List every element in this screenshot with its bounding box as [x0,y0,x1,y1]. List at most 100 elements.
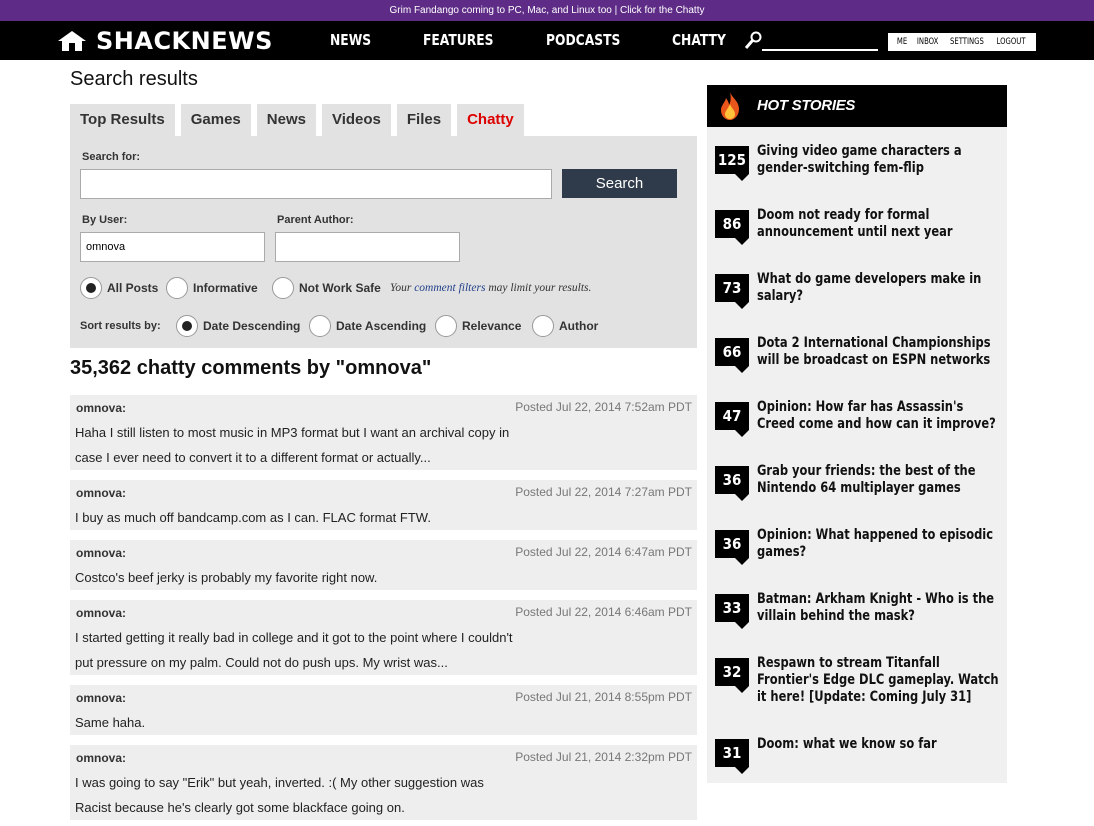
nav-podcasts[interactable]: PODCASTS [546,21,622,60]
filter-all-posts[interactable]: All Posts [80,277,158,299]
comment-count-badge: 32 [715,658,749,693]
by-user-input[interactable] [80,232,265,262]
by-user-label: By User: [82,214,128,226]
radio-icon [532,315,554,337]
banner-text[interactable]: Grim Fandango coming to PC, Mac, and Lin… [390,5,612,16]
results-heading: 35,362 chatty comments by "omnova" [70,357,432,379]
top-nav: SHACKNEWS NEWS FEATURES PODCASTS CHATTY … [0,21,1094,60]
sort-date-ascending[interactable]: Date Ascending [309,315,426,337]
page-title: Search results [70,68,198,90]
result-author[interactable]: omnova: [76,486,126,500]
search-button[interactable]: Search [562,169,677,198]
comment-count-badge: 125 [715,146,749,181]
site-logo[interactable]: SHACKNEWS [56,26,273,56]
search-panel: Search for: Search By User: Parent Autho… [70,136,697,348]
menu-me[interactable]: ME [897,37,907,47]
tab-top-results[interactable]: Top Results [70,104,175,136]
hot-story-title[interactable]: Dota 2 International Championships will … [757,335,1003,369]
note-before: Your [390,282,412,294]
result-body: I buy as much off bandcamp.com as I can.… [75,510,431,525]
comment-count-badge: 66 [715,338,749,373]
main-nav: NEWS FEATURES PODCASTS CHATTY [330,21,765,60]
comment-count-badge: 36 [715,466,749,501]
hot-story-title[interactable]: Doom not ready for formal announcement u… [757,207,1003,241]
comment-count-badge: 36 [715,530,749,565]
result-body: I was going to say "Erik" but yeah, inve… [75,775,484,815]
result-author[interactable]: omnova: [76,606,126,620]
result-item[interactable]: omnova: Posted Jul 21, 2014 2:32pm PDT I… [70,745,697,820]
comment-filters-link[interactable]: comment filters [414,282,485,294]
tab-news[interactable]: News [256,104,316,136]
result-date: Posted Jul 22, 2014 7:27am PDT [515,485,692,499]
result-author[interactable]: omnova: [76,751,126,765]
filter-not-work-safe[interactable]: Not Work Safe [272,277,381,299]
sort-relevance[interactable]: Relevance [435,315,521,337]
note-after: may limit your results. [488,282,592,294]
hot-story-title[interactable]: Respawn to stream Titanfall Frontier's E… [757,655,1003,706]
hot-story-title[interactable]: Grab your friends: the best of the Ninte… [757,463,1003,497]
search-for-input[interactable] [80,169,552,199]
radio-icon [435,315,457,337]
result-body: Same haha. [75,715,146,730]
promo-banner[interactable]: Grim Fandango coming to PC, Mac, and Lin… [0,0,1094,21]
result-item[interactable]: omnova: Posted Jul 22, 2014 6:47am PDT C… [70,540,697,590]
result-date: Posted Jul 22, 2014 7:52am PDT [515,400,692,414]
radio-selected-icon [80,277,102,299]
comment-count-badge: 47 [715,402,749,437]
result-date: Posted Jul 22, 2014 6:47am PDT [515,545,692,559]
banner-link[interactable]: Click for the Chatty [620,5,704,16]
parent-author-input[interactable] [275,232,460,262]
tab-chatty[interactable]: Chatty [457,104,524,136]
radio-icon [309,315,331,337]
sort-date-asc-label: Date Ascending [336,319,427,333]
sort-author-label: Author [559,319,599,333]
hot-story-title[interactable]: What do game developers make in salary? [757,271,1003,305]
radio-icon [166,277,188,299]
search-tabs: Top Results Games News Videos Files Chat… [70,104,530,136]
hot-story-title[interactable]: Opinion: How far has Assassin's Creed co… [757,399,1003,433]
comment-count-badge: 33 [715,594,749,629]
result-item[interactable]: omnova: Posted Jul 22, 2014 7:52am PDT H… [70,395,697,470]
hot-story-title[interactable]: Doom: what we know so far [757,736,1003,753]
radio-icon [272,277,294,299]
result-date: Posted Jul 21, 2014 2:32pm PDT [515,750,692,764]
filter-nws-label: Not Work Safe [299,281,381,295]
hot-story-title[interactable]: Opinion: What happened to episodic games… [757,527,1003,561]
brand-name: SHACKNEWS [96,27,273,55]
filter-informative-label: Informative [193,281,258,295]
tab-files[interactable]: Files [396,104,452,136]
sort-author[interactable]: Author [532,315,598,337]
hot-story-title[interactable]: Giving video game characters a gender-sw… [757,143,1003,177]
result-body: I started getting it really bad in colle… [75,630,513,670]
comment-count-badge: 31 [715,739,749,774]
tab-videos[interactable]: Videos [321,104,391,136]
result-author[interactable]: omnova: [76,546,126,560]
menu-logout[interactable]: LOGOUT [997,37,1026,47]
result-date: Posted Jul 21, 2014 8:55pm PDT [515,690,692,704]
search-icon[interactable] [744,31,762,51]
filter-informative[interactable]: Informative [166,277,258,299]
menu-inbox[interactable]: INBOX [917,37,938,47]
home-logo-icon [58,31,86,51]
sort-label: Sort results by: [80,320,161,332]
result-item[interactable]: omnova: Posted Jul 22, 2014 7:27am PDT I… [70,480,697,530]
nav-chatty[interactable]: CHATTY [672,21,726,60]
nav-news[interactable]: NEWS [330,21,379,60]
search-for-label: Search for: [82,151,141,163]
filter-all-posts-label: All Posts [107,281,159,295]
sort-date-descending[interactable]: Date Descending [176,315,300,337]
tab-games[interactable]: Games [180,104,251,136]
result-item[interactable]: omnova: Posted Jul 21, 2014 8:55pm PDT S… [70,685,697,735]
hot-stories-title: HOT STORIES [757,97,856,114]
site-search-input[interactable] [762,31,878,51]
result-date: Posted Jul 22, 2014 6:46am PDT [515,605,692,619]
result-body: Haha I still listen to most music in MP3… [75,425,510,465]
result-author[interactable]: omnova: [76,401,126,415]
result-author[interactable]: omnova: [76,691,126,705]
hot-story-title[interactable]: Batman: Arkham Knight - Who is the villa… [757,591,1003,625]
result-item[interactable]: omnova: Posted Jul 22, 2014 6:46am PDT I… [70,600,697,675]
fire-icon [721,92,739,120]
radio-selected-icon [176,315,198,337]
menu-settings[interactable]: SETTINGS [950,37,984,47]
nav-features[interactable]: FEATURES [423,21,497,60]
